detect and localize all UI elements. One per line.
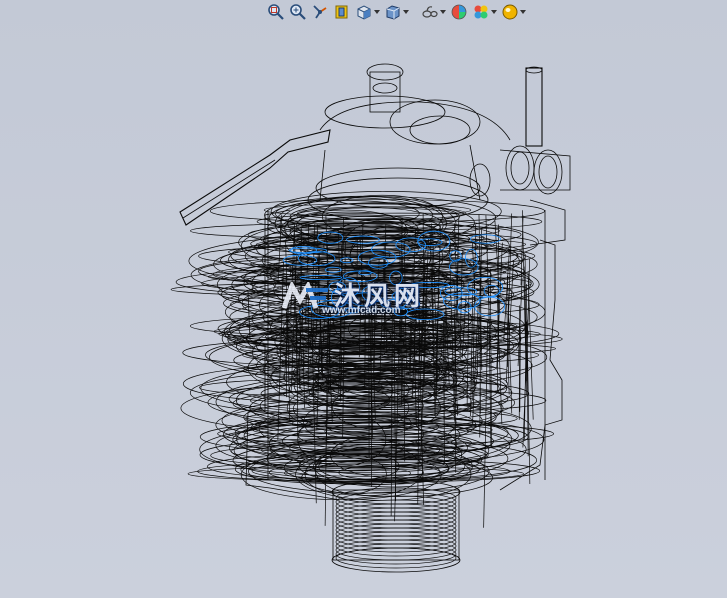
display-style-icon [386,5,400,20]
zoom-to-fit-icon [268,4,284,20]
apply-scene-icon [474,5,488,19]
view-settings-button[interactable] [500,1,527,23]
zoom-to-fit-button[interactable] [266,1,286,23]
apply-scene-button[interactable] [471,1,498,23]
previous-view-icon [313,5,327,19]
site-watermark: 沐风网 www.mfcad.com [282,276,452,320]
hide-show-items-button[interactable] [420,1,447,23]
section-view-icon [335,5,348,19]
watermark-url: www.mfcad.com [322,305,401,316]
heads-up-view-toolbar [266,0,527,24]
chevron-down-icon [403,10,409,14]
wireframe-model[interactable] [170,60,590,580]
section-view-button[interactable] [332,1,352,23]
graphics-viewport[interactable]: 沐风网 www.mfcad.com [0,0,727,598]
edit-appearance-button[interactable] [449,1,469,23]
chevron-down-icon [520,10,526,14]
previous-view-button[interactable] [310,1,330,23]
chevron-down-icon [491,10,497,14]
zoom-to-area-button[interactable] [288,1,308,23]
hide-show-items-icon [422,6,438,18]
view-settings-icon [502,4,518,20]
zoom-to-area-icon [290,4,306,20]
display-style-button[interactable] [383,1,410,23]
view-orientation-button[interactable] [354,1,381,23]
edit-appearance-icon [451,4,467,20]
chevron-down-icon [440,10,446,14]
chevron-down-icon [374,10,380,14]
view-orientation-icon [357,5,371,20]
